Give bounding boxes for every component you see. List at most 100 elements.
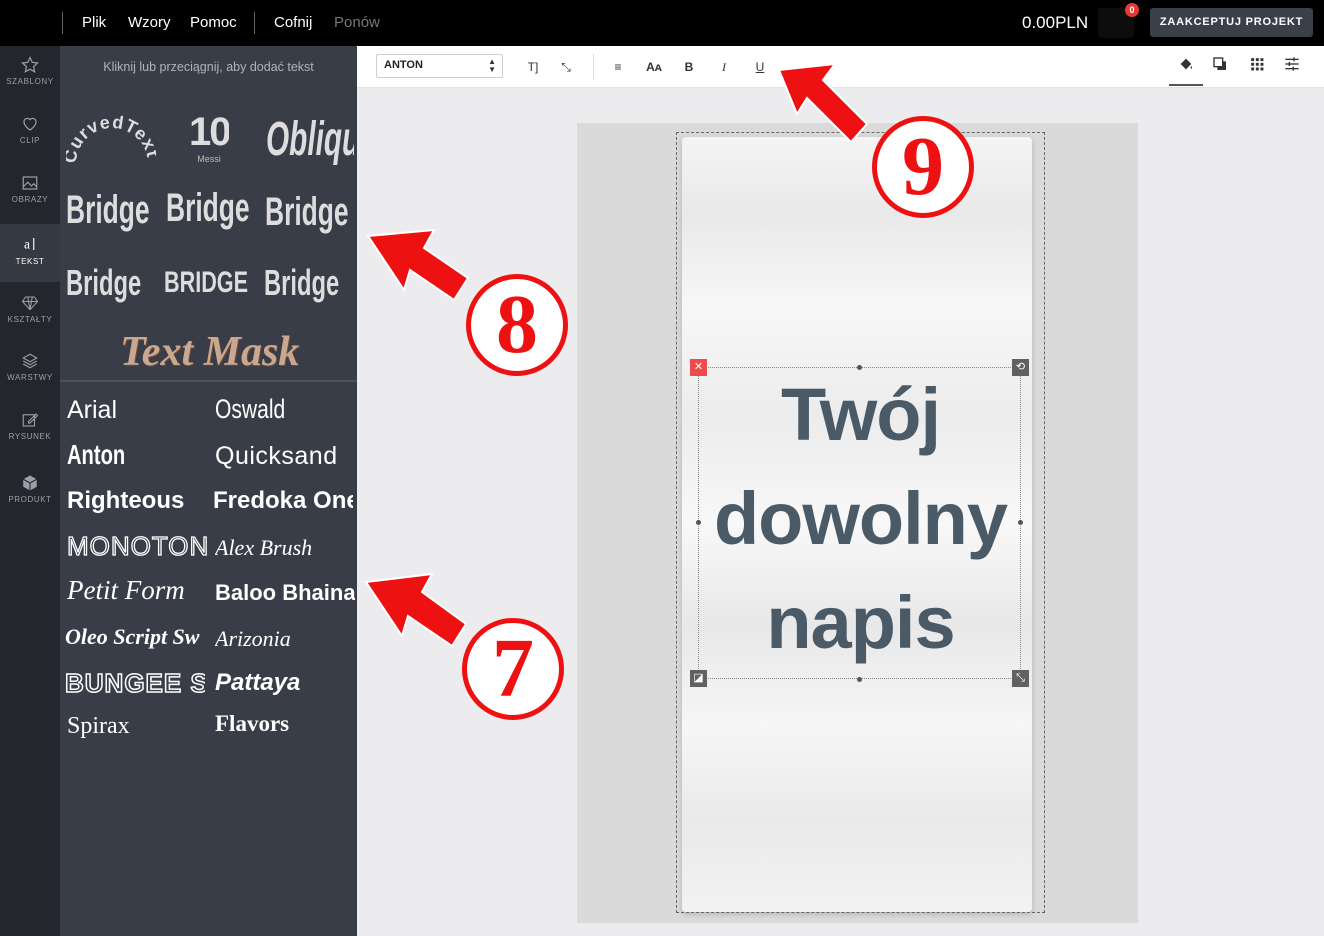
- sidebar-item-shapes[interactable]: KSZTAŁTY: [0, 284, 60, 342]
- heart-icon: [23, 117, 37, 131]
- top-bar: Plik Wzory Pomoc Cofnij Ponów 0.00PLN 0 …: [0, 0, 1324, 46]
- annotation-badge: 7: [462, 618, 564, 720]
- sidebar-item-layers[interactable]: WARSTWY: [0, 342, 60, 400]
- select-arrows-icon: ▲ ▼: [488, 57, 496, 74]
- delete-object-button[interactable]: ✕: [690, 359, 707, 376]
- font-option-petit-formal[interactable]: Petit Form: [67, 575, 207, 606]
- active-tab-indicator: [1169, 84, 1203, 86]
- rotate-handle[interactable]: ⟲: [1012, 359, 1029, 376]
- sidebar-item-clip[interactable]: CLIP: [0, 105, 60, 163]
- preset-bridge[interactable]: Bridge: [166, 186, 254, 231]
- font-option-pattaya[interactable]: Pattaya: [215, 669, 355, 697]
- font-option-alex-brush[interactable]: Alex Brush: [215, 535, 355, 561]
- preset-curved-text[interactable]: CurvedText: [66, 108, 156, 168]
- italic-button[interactable]: I: [713, 56, 735, 78]
- font-option-oswald[interactable]: Oswald: [215, 394, 348, 425]
- text-curve-button[interactable]: ⤡: [555, 56, 577, 78]
- menu-help[interactable]: Pomoc: [190, 14, 237, 31]
- layers-icon: [22, 353, 38, 369]
- panel-divider: [60, 380, 357, 382]
- preset-bridge[interactable]: Bridge: [265, 190, 353, 235]
- price-display: 0.00PLN: [1022, 13, 1089, 32]
- accept-project-button[interactable]: ZAAKCEPTUJ PROJEKT: [1150, 8, 1313, 37]
- sidebar-item-drawing[interactable]: RYSUNEK: [0, 401, 60, 459]
- sidebar-rail: SZABLONY CLIP OBRAZY a TEKST KSZTAŁTY WA…: [0, 46, 60, 936]
- redo-button[interactable]: Ponów: [334, 14, 380, 31]
- sidebar-item-label: RYSUNEK: [8, 432, 52, 441]
- font-option-spirax[interactable]: Spirax: [67, 713, 207, 740]
- font-option-baloo-bhaina[interactable]: Baloo Bhaina: [215, 580, 355, 606]
- svg-text:CurvedText: CurvedText: [66, 112, 156, 165]
- cart-count-badge: 0: [1125, 3, 1139, 17]
- sidebar-item-label: CLIP: [19, 136, 41, 145]
- font-option-quicksand[interactable]: Quicksand: [215, 442, 355, 471]
- preset-bridge[interactable]: Bridge: [66, 188, 154, 233]
- preset-oblique[interactable]: Oblique: [266, 112, 354, 167]
- fill-icon: [1180, 58, 1193, 70]
- case-button[interactable]: Aᴀ: [643, 56, 665, 78]
- sidebar-item-label: KSZTAŁTY: [7, 315, 53, 324]
- preset-label: CurvedText: [66, 112, 156, 165]
- shadow-icon: [1213, 57, 1226, 70]
- text-size-button[interactable]: T]: [522, 56, 544, 78]
- svg-text:a: a: [24, 237, 30, 252]
- font-option-oleo-script[interactable]: Oleo Script Sw: [65, 624, 205, 650]
- annotation-badge: 8: [466, 274, 568, 376]
- sidebar-item-product[interactable]: PRODUKT: [0, 464, 60, 522]
- annotation-arrow-8: [366, 228, 470, 302]
- font-option-arizonia[interactable]: Arizonia: [215, 626, 355, 652]
- fill-color-button[interactable]: [1175, 56, 1197, 78]
- resize-dot-right[interactable]: [1018, 520, 1023, 525]
- design-text-line: Twój: [780, 373, 941, 456]
- toolbar-divider: [593, 54, 594, 80]
- preset-bridge[interactable]: Bridge: [264, 262, 352, 304]
- menu-file[interactable]: Plik: [82, 14, 106, 31]
- menu-templates[interactable]: Wzory: [128, 14, 171, 31]
- sidebar-item-label: OBRAZY: [11, 195, 49, 204]
- preset-bridge-caps[interactable]: BRIDGE: [164, 266, 252, 300]
- sidebar-item-label: SZABLONY: [6, 77, 54, 86]
- panel-hint: Kliknij lub przeciągnij, aby dodać tekst: [103, 60, 314, 74]
- font-option-bungee[interactable]: BUNGEE S: [65, 668, 205, 699]
- grid-button[interactable]: [1246, 56, 1268, 78]
- resize-handle[interactable]: ⤡: [1012, 670, 1029, 687]
- layer-handle[interactable]: ◪: [690, 670, 707, 687]
- design-text-line: napis: [766, 581, 955, 664]
- bold-button[interactable]: B: [678, 56, 700, 78]
- preset-bridge[interactable]: Bridge: [66, 262, 154, 304]
- font-select-value: ANTON: [384, 59, 423, 71]
- curved-text-graphic: CurvedText: [66, 112, 156, 165]
- menu-divider: [254, 12, 255, 34]
- box-icon: [22, 475, 38, 491]
- grid-icon: [1251, 58, 1264, 71]
- adjust-button[interactable]: [1281, 56, 1303, 78]
- align-button[interactable]: ≡: [607, 56, 629, 78]
- diamond-icon: [21, 296, 39, 311]
- annotation-badge: 9: [872, 116, 974, 218]
- font-option-arial[interactable]: Arial: [67, 396, 207, 425]
- underline-button[interactable]: U: [749, 56, 771, 78]
- sidebar-item-text[interactable]: a TEKST: [0, 224, 60, 282]
- sidebar-item-templates[interactable]: SZABLONY: [0, 46, 60, 104]
- resize-dot-left[interactable]: [696, 520, 701, 525]
- shadow-button[interactable]: [1209, 56, 1231, 78]
- image-icon: [22, 176, 38, 190]
- resize-dot-bottom[interactable]: [857, 677, 862, 682]
- font-option-flavors[interactable]: Flavors: [215, 711, 355, 737]
- preset-number[interactable]: 10: [189, 110, 229, 155]
- font-option-anton[interactable]: Anton: [67, 439, 189, 471]
- font-option-monoton[interactable]: MONOTON: [67, 531, 207, 562]
- preset-text-mask[interactable]: Text Mask: [120, 328, 320, 376]
- annotation-arrow-9: [777, 62, 869, 144]
- selected-text-object[interactable]: Twój dowolny napis: [698, 367, 1021, 679]
- font-family-select[interactable]: ANTON ▲ ▼: [376, 54, 503, 78]
- undo-button[interactable]: Cofnij: [274, 14, 312, 31]
- text-panel: Kliknij lub przeciągnij, aby dodać tekst…: [60, 46, 357, 936]
- font-option-fredoka[interactable]: Fredoka One: [213, 487, 353, 515]
- resize-dot-top[interactable]: [857, 365, 862, 370]
- font-option-righteous[interactable]: Righteous: [67, 487, 207, 515]
- sidebar-item-label: TEKST: [15, 257, 45, 266]
- sidebar-item-images[interactable]: OBRAZY: [0, 164, 60, 222]
- draw-icon: [22, 413, 39, 427]
- annotation-arrow-7: [364, 572, 468, 648]
